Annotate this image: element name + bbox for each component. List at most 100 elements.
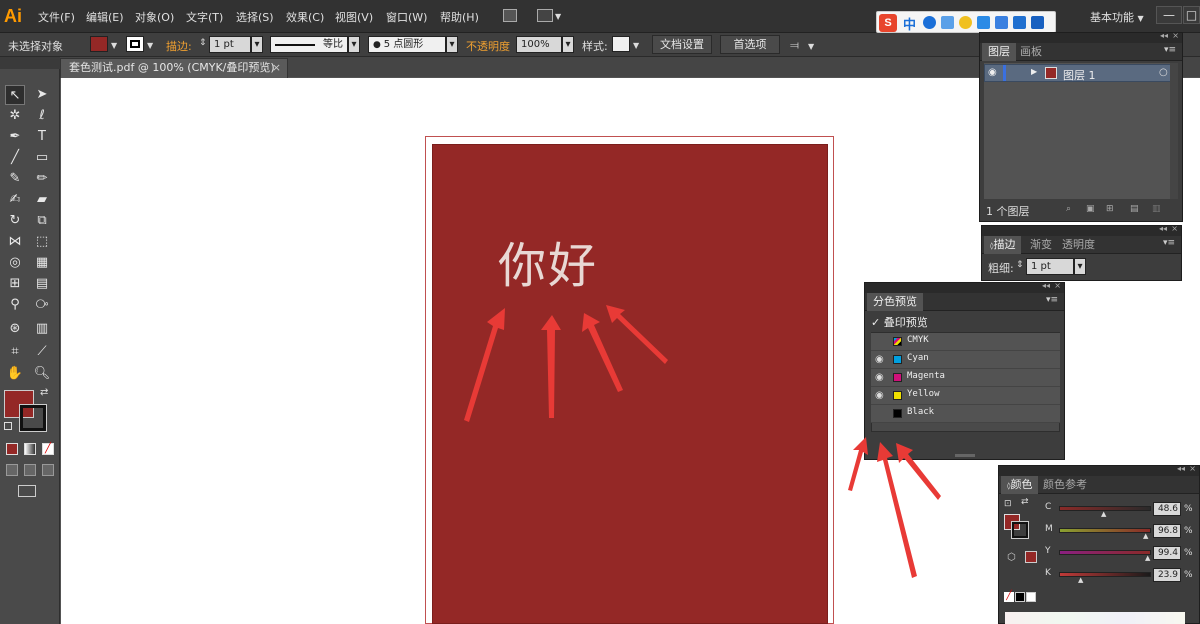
- scale-tool-icon[interactable]: ⧉: [32, 211, 52, 231]
- in-gamut-swatch[interactable]: [1025, 551, 1037, 563]
- align-icon[interactable]: ⫤: [790, 38, 799, 53]
- scrollbar[interactable]: [1170, 63, 1178, 199]
- chevron-down-icon[interactable]: ▾: [562, 36, 574, 53]
- locate-object-icon[interactable]: ⌕: [1066, 204, 1071, 214]
- user-icon[interactable]: [995, 16, 1008, 29]
- new-sublayer-icon[interactable]: ⊞: [1106, 204, 1114, 214]
- hand-tool-icon[interactable]: ✋: [5, 364, 25, 384]
- preferences-button[interactable]: 首选项: [720, 35, 780, 54]
- moon-icon[interactable]: [923, 16, 936, 29]
- tab-color-guide[interactable]: 颜色参考: [1037, 476, 1093, 494]
- stroke-color-swatch[interactable]: [19, 404, 47, 432]
- emoji-icon[interactable]: [959, 16, 972, 29]
- yellow-value[interactable]: 99.4: [1153, 546, 1181, 560]
- eye-icon[interactable]: ◉: [875, 372, 887, 384]
- chevron-down-icon[interactable]: ▼: [555, 12, 561, 21]
- plate-row-cmyk[interactable]: CMYK: [871, 333, 1060, 351]
- perspective-grid-tool-icon[interactable]: ▦: [32, 253, 52, 273]
- bridge-icon[interactable]: [503, 9, 517, 22]
- collapse-icon[interactable]: ◂◂: [1042, 281, 1050, 290]
- eye-icon[interactable]: ◉: [988, 67, 997, 78]
- toolbox-icon[interactable]: [1031, 16, 1044, 29]
- draw-inside-icon[interactable]: [42, 464, 54, 476]
- collapse-icon[interactable]: ◂◂: [1159, 224, 1167, 233]
- eye-icon[interactable]: ◉: [875, 354, 887, 366]
- default-colors-icon[interactable]: ⊡: [1004, 499, 1012, 509]
- chevron-down-icon[interactable]: ▼: [808, 42, 814, 51]
- magic-wand-tool-icon[interactable]: ✲: [5, 106, 25, 126]
- collapse-icon[interactable]: ◂◂: [1177, 464, 1185, 473]
- draw-behind-icon[interactable]: [24, 464, 36, 476]
- out-of-gamut-icon[interactable]: ⬡: [1007, 552, 1016, 563]
- menu-file[interactable]: 文件(F): [38, 9, 75, 25]
- blob-brush-tool-icon[interactable]: ✍: [5, 190, 25, 210]
- panel-header[interactable]: ◂◂ ×: [999, 464, 1199, 476]
- default-colors-icon[interactable]: [4, 422, 12, 430]
- menu-help[interactable]: 帮助(H): [440, 9, 479, 25]
- punctuation-icon[interactable]: [941, 16, 954, 29]
- close-icon[interactable]: ×: [1054, 281, 1061, 290]
- graphic-style-swatch[interactable]: [612, 36, 630, 52]
- trash-icon[interactable]: ▥: [1152, 204, 1161, 214]
- menu-window[interactable]: 窗口(W): [386, 9, 427, 25]
- brush-select[interactable]: ● 5 点圆形: [368, 36, 446, 53]
- symbol-sprayer-tool-icon[interactable]: ⊛: [5, 319, 25, 339]
- menu-select[interactable]: 选择(S): [236, 9, 274, 25]
- panel-menu-icon[interactable]: ▾≡: [1164, 45, 1176, 55]
- type-tool-icon[interactable]: T: [32, 127, 52, 147]
- tab-gradient[interactable]: 渐变: [1024, 236, 1058, 254]
- gradient-mode-icon[interactable]: [24, 443, 36, 455]
- eraser-tool-icon[interactable]: ▰: [32, 190, 52, 210]
- target-icon[interactable]: ○: [1159, 67, 1168, 78]
- free-transform-tool-icon[interactable]: ⬚: [32, 232, 52, 252]
- menu-object[interactable]: 对象(O): [135, 9, 174, 25]
- stroke-label[interactable]: 描边:: [166, 38, 192, 54]
- resize-grip[interactable]: [955, 454, 975, 457]
- panel-menu-icon[interactable]: ▾≡: [1163, 238, 1175, 248]
- panel-header[interactable]: ◂◂ ×: [865, 281, 1064, 293]
- artwork-text[interactable]: 你好: [498, 226, 598, 296]
- close-icon[interactable]: ×: [1171, 224, 1178, 233]
- slice-tool-icon[interactable]: ⟋: [32, 342, 52, 362]
- white-swatch[interactable]: [1026, 592, 1036, 602]
- stroke-swatch[interactable]: [126, 36, 144, 52]
- none-mode-icon[interactable]: ╱: [42, 443, 54, 455]
- menu-effect[interactable]: 效果(C): [286, 9, 324, 25]
- stroke-profile-select[interactable]: 等比: [270, 36, 348, 53]
- tab-color[interactable]: ◊颜色: [1001, 476, 1039, 494]
- chevron-down-icon[interactable]: ▾: [348, 36, 360, 53]
- arrange-documents-icon[interactable]: [537, 9, 553, 22]
- tab-layers[interactable]: 图层: [982, 43, 1016, 61]
- minimize-button[interactable]: —: [1156, 6, 1182, 24]
- close-icon[interactable]: ×: [1189, 464, 1196, 473]
- panel-header[interactable]: ◂◂ ×: [982, 224, 1181, 236]
- none-swatch[interactable]: ╱: [1004, 592, 1014, 602]
- pen-tool-icon[interactable]: ✒: [5, 127, 25, 147]
- layer-row[interactable]: ◉ ▶ 图层 1 ○: [984, 64, 1178, 82]
- fill-swatch[interactable]: [90, 36, 108, 52]
- black-slider-handle[interactable]: ▲: [1078, 576, 1083, 584]
- width-tool-icon[interactable]: ⋈: [5, 232, 25, 252]
- black-value[interactable]: 23.9: [1153, 568, 1181, 582]
- stepper-icon[interactable]: ⇕: [1016, 260, 1024, 270]
- magenta-slider-handle[interactable]: ▲: [1143, 532, 1148, 540]
- eye-icon[interactable]: ◉: [875, 390, 887, 402]
- skin-icon[interactable]: [1013, 16, 1026, 29]
- ime-mode[interactable]: 中: [903, 14, 916, 33]
- opacity-label[interactable]: 不透明度: [466, 38, 510, 54]
- chevron-down-icon[interactable]: ▾: [251, 36, 263, 53]
- restore-button[interactable]: □: [1183, 6, 1200, 24]
- workspace-switcher[interactable]: 基本功能 ▼: [1090, 9, 1144, 25]
- expand-triangle-icon[interactable]: ▶: [1031, 67, 1037, 76]
- menu-edit[interactable]: 编辑(E): [86, 9, 124, 25]
- zoom-tool-icon[interactable]: 🔍︎: [32, 364, 52, 384]
- selection-tool-icon[interactable]: ↖: [5, 85, 25, 105]
- yellow-slider-handle[interactable]: ▲: [1145, 554, 1150, 562]
- shape-builder-tool-icon[interactable]: ◎: [5, 253, 25, 273]
- eyedropper-tool-icon[interactable]: ⚲: [5, 295, 25, 315]
- tab-transparency[interactable]: 透明度: [1056, 236, 1101, 254]
- plate-row-black[interactable]: Black: [871, 405, 1060, 423]
- stepper-icon[interactable]: ⇕: [199, 38, 207, 48]
- black-swatch[interactable]: [1015, 592, 1025, 602]
- line-tool-icon[interactable]: ╱: [5, 148, 25, 168]
